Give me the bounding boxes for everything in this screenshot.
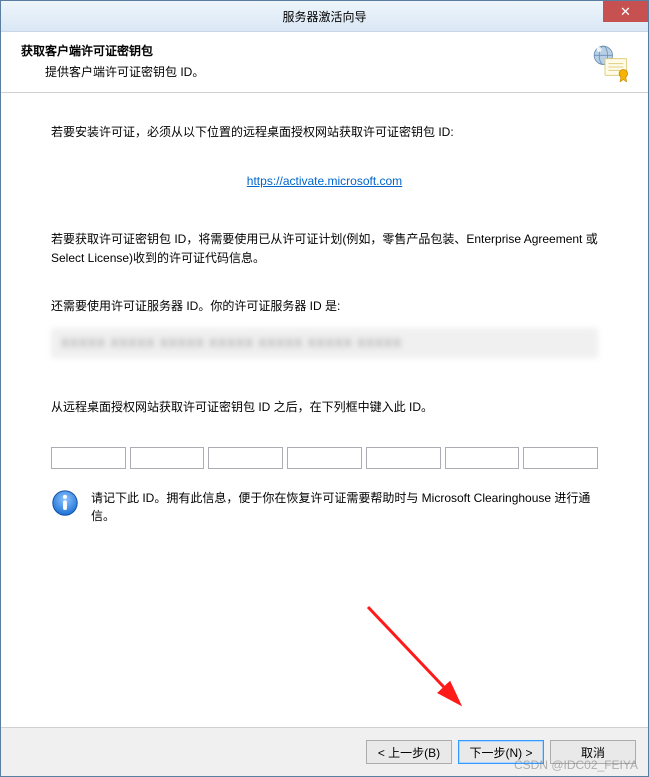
wizard-header: 获取客户端许可证密钥包 提供客户端许可证密钥包 ID。 [1,32,648,93]
activation-link[interactable]: https://activate.microsoft.com [51,172,598,191]
annotation-arrow-icon [358,597,478,717]
cancel-button[interactable]: 取消 [550,740,636,764]
close-button[interactable]: ✕ [603,1,648,22]
back-button[interactable]: < 上一步(B) [366,740,452,764]
next-button[interactable]: 下一步(N) > [458,740,544,764]
keypack-field-3[interactable] [208,447,283,469]
info-icon [51,489,79,517]
install-notice-text: 若要安装许可证，必须从以下位置的远程桌面授权网站获取许可证密钥包 ID: [51,123,598,142]
keypack-field-6[interactable] [445,447,520,469]
info-row: 请记下此 ID。拥有此信息，便于你在恢复许可证需要帮助时与 Microsoft … [51,489,598,526]
info-text: 请记下此 ID。拥有此信息，便于你在恢复许可证需要帮助时与 Microsoft … [91,489,598,526]
keypack-field-7[interactable] [523,447,598,469]
after-notice-text: 从远程桌面授权网站获取许可证密钥包 ID 之后，在下列框中键入此 ID。 [51,398,598,417]
acquire-notice-text: 若要获取许可证密钥包 ID，将需要使用已从许可证计划(例如，零售产品包装、Ent… [51,230,598,267]
keypack-field-4[interactable] [287,447,362,469]
keypack-id-inputs [51,447,598,469]
keypack-field-5[interactable] [366,447,441,469]
header-title: 获取客户端许可证密钥包 [21,42,628,59]
wizard-footer: < 上一步(B) 下一步(N) > 取消 [1,727,648,776]
wizard-window: 服务器激活向导 ✕ 获取客户端许可证密钥包 提供客户端许可证密钥包 ID。 若要… [0,0,649,777]
keypack-field-2[interactable] [130,447,205,469]
window-title: 服务器激活向导 [282,8,366,25]
certificate-icon [590,42,630,82]
server-id-display: XXXXX XXXXX XXXXX XXXXX XXXXX XXXXX XXXX… [51,328,598,358]
wizard-content: 若要安装许可证，必须从以下位置的远程桌面授权网站获取许可证密钥包 ID: htt… [1,93,648,727]
close-icon: ✕ [620,4,631,20]
keypack-field-1[interactable] [51,447,126,469]
titlebar: 服务器激活向导 ✕ [1,1,648,32]
server-id-notice-text: 还需要使用许可证服务器 ID。你的许可证服务器 ID 是: [51,297,598,316]
header-subtitle: 提供客户端许可证密钥包 ID。 [45,63,628,80]
